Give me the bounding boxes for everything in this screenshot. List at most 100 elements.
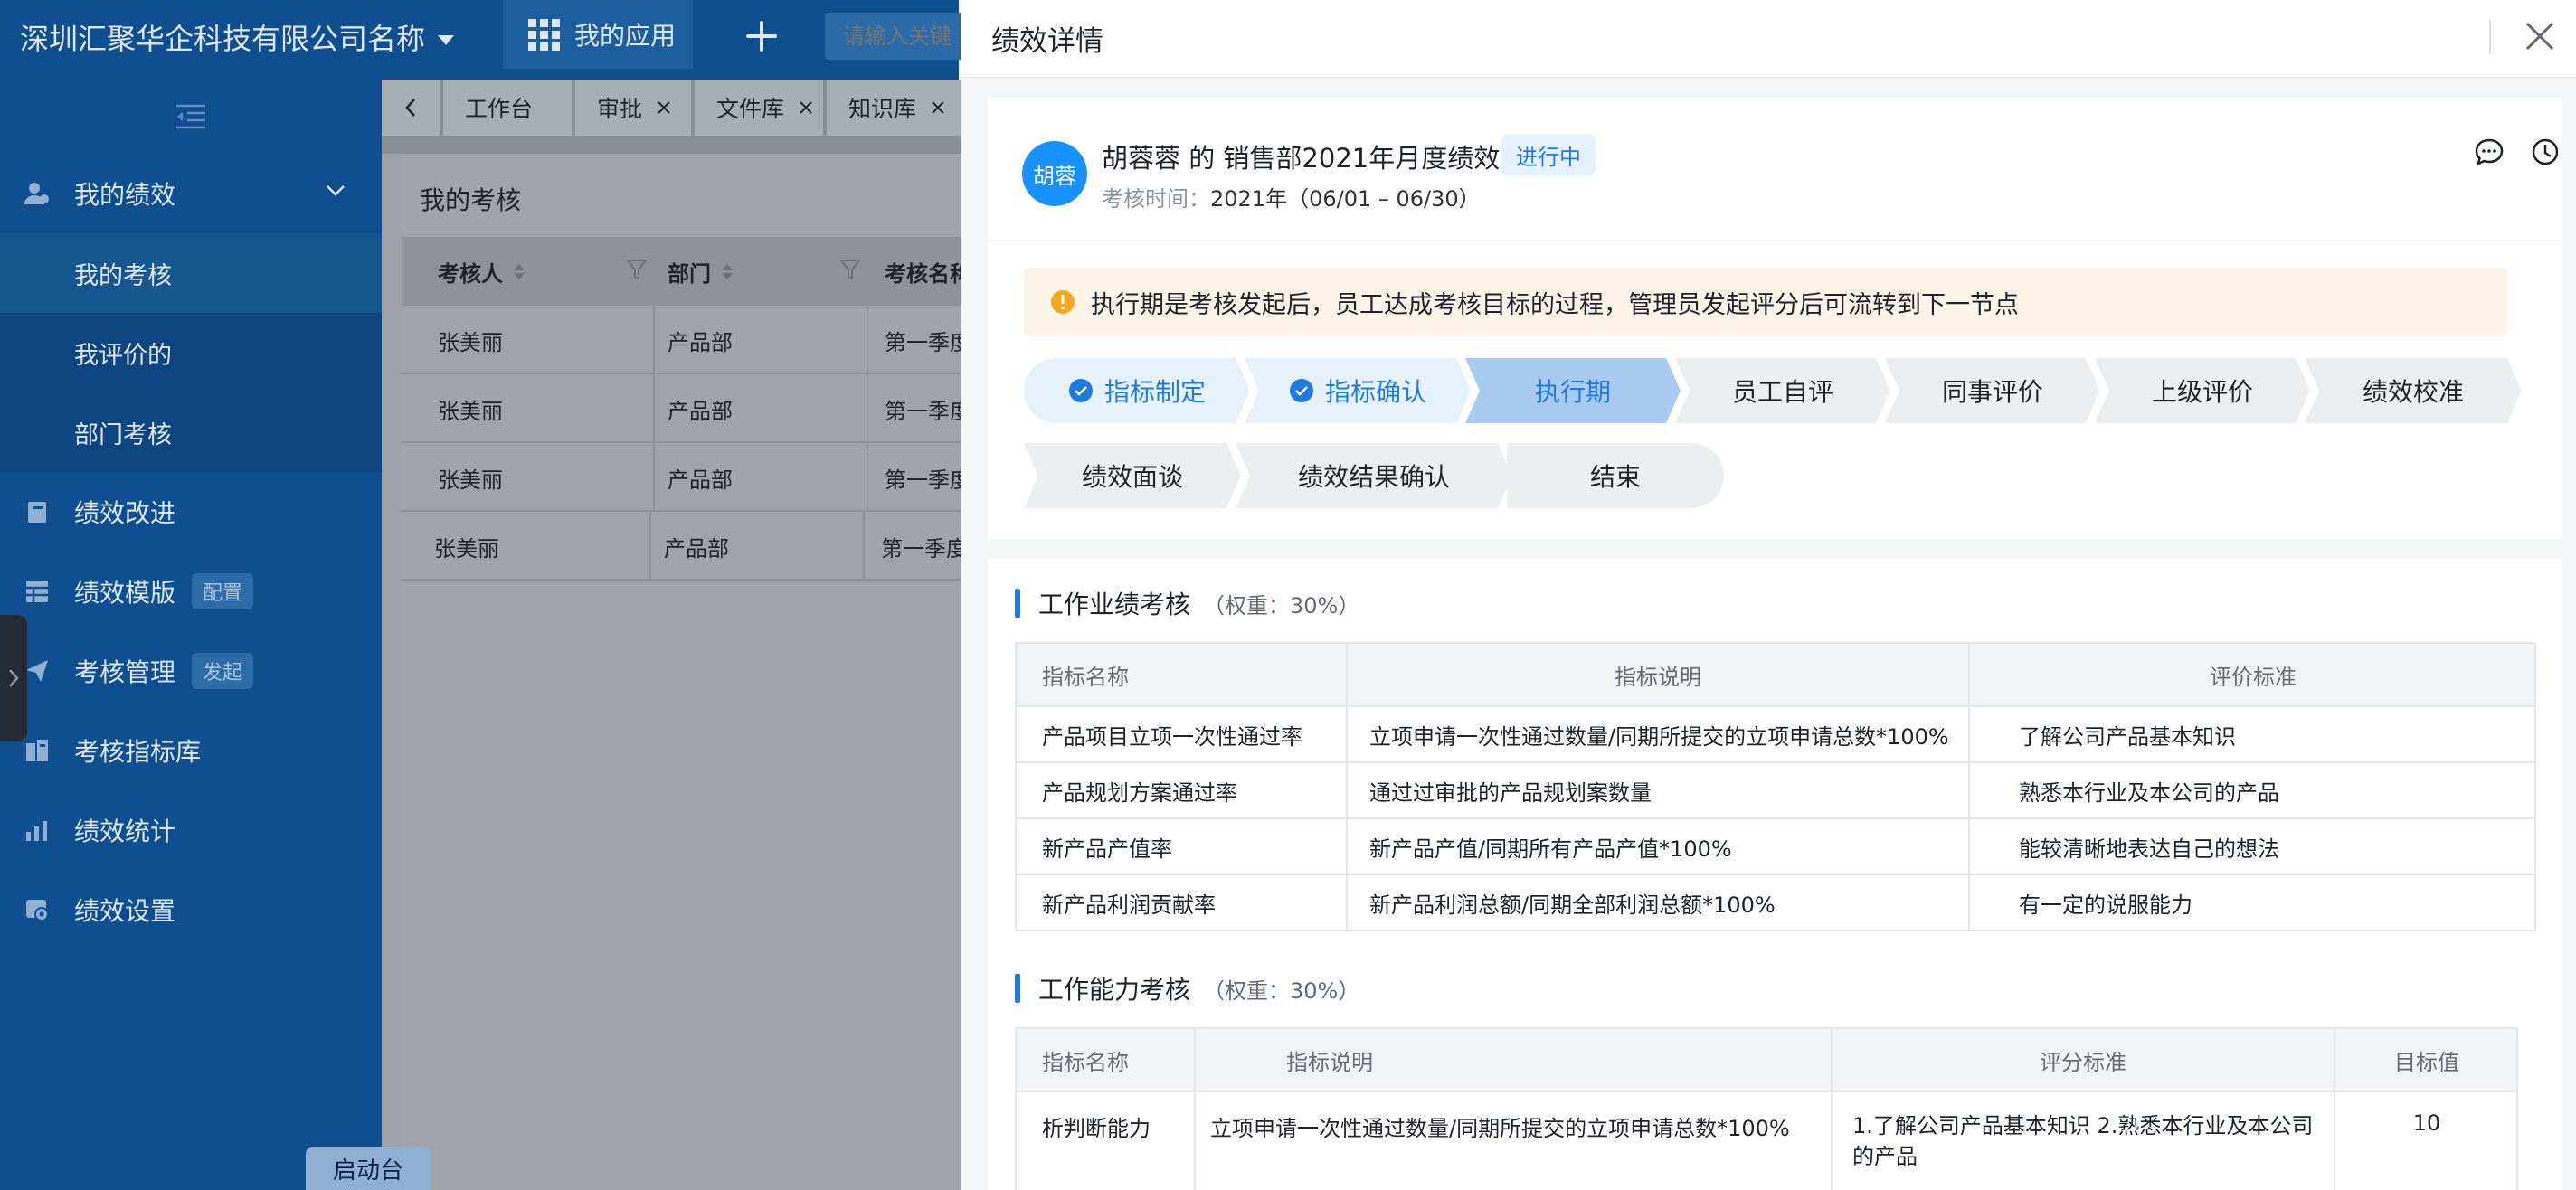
history-button[interactable] — [2529, 136, 2562, 168]
tab-label: 审批 — [597, 96, 643, 122]
sidebar-subitem-department-review[interactable]: 部门考核 — [0, 392, 382, 472]
table-row: 产品项目立项一次性通过率 立项申请一次性通过数量/同期所提交的立项申请总数*10… — [1017, 705, 2534, 761]
cell-reviewer: 张美丽 — [438, 467, 503, 493]
ability-indicator-table: 指标名称 指标说明 评分标准 目标值 析判断能力 立项申请一次性通过数量/同期所… — [1015, 1027, 2518, 1190]
step-label: 结束 — [1589, 462, 1641, 492]
tab-scroll-left-button[interactable] — [382, 80, 440, 136]
avatar: 胡蓉 — [1022, 141, 1087, 206]
my-apps-button[interactable]: 我的应用 — [503, 0, 693, 69]
table-row[interactable]: 张美丽 产品部 第一季度 — [402, 374, 980, 443]
search-input[interactable] — [825, 13, 970, 60]
tab-approval[interactable]: 审批 — [575, 80, 691, 136]
sidebar-expand-handle[interactable] — [0, 615, 27, 741]
table-header: 指标名称 指标说明 评价标准 — [1017, 644, 2534, 705]
step-end[interactable]: 结束 — [1507, 443, 1724, 508]
column-header: 指标名称 — [1042, 664, 1129, 690]
sidebar-item-review-management[interactable]: 考核管理 发起 — [0, 631, 382, 711]
cell-indicator-name: 析判断能力 — [1042, 1116, 1151, 1141]
filter-icon[interactable] — [626, 259, 648, 282]
step-indicator-setting[interactable]: 指标制定 — [1024, 358, 1250, 423]
table-header: 考核人 部门 考核名称 — [402, 237, 980, 306]
sidebar-item-statistics[interactable]: 绩效统计 — [0, 790, 382, 870]
sidebar-item-indicator-library[interactable]: 考核指标库 — [0, 711, 382, 790]
column-header: 指标说明 — [1615, 664, 1701, 690]
cell-reviewer: 张美丽 — [438, 329, 503, 355]
section-title: 工作业绩考核 — [1038, 590, 1191, 619]
apps-grid-icon — [528, 18, 560, 51]
chevron-left-icon — [405, 99, 415, 117]
column-header: 评分标准 — [2040, 1049, 2126, 1075]
sidebar-item-improvement[interactable]: 绩效改进 — [0, 472, 382, 552]
step-self-review[interactable]: 员工自评 — [1675, 358, 1890, 423]
cell-criteria: 了解公司产品基本知识 — [2019, 723, 2236, 750]
sidebar-subitem-label: 部门考核 — [74, 420, 172, 449]
sidebar-item-template[interactable]: 绩效模版 配置 — [0, 552, 382, 631]
check-circle-icon — [1068, 378, 1094, 403]
step-manager-review[interactable]: 上级评价 — [2095, 358, 2310, 423]
add-button[interactable] — [734, 11, 789, 61]
tab-file-library[interactable]: 文件库 — [695, 80, 823, 136]
column-header-department[interactable]: 部门 — [668, 237, 733, 306]
review-time-label: 考核时间： — [1102, 186, 1210, 212]
table-row[interactable]: 张美丽 产品部 第一季度 — [402, 512, 980, 581]
company-switcher[interactable]: 深圳汇聚华企科技有限公司名称 — [20, 16, 455, 58]
assessment-sections: 工作业绩考核 （权重：30%） 指标名称 指标说明 评价标准 产品项目立项一次性… — [988, 559, 2562, 1190]
sidebar-item-settings[interactable]: 绩效设置 — [0, 870, 382, 949]
close-icon[interactable] — [931, 100, 945, 115]
step-calibration[interactable]: 绩效校准 — [2305, 358, 2522, 423]
step-interview[interactable]: 绩效面谈 — [1024, 443, 1241, 508]
close-icon[interactable] — [799, 100, 813, 115]
cell-indicator-name: 新产品利润贡献率 — [1042, 892, 1216, 918]
drawer-close-button[interactable] — [2522, 18, 2558, 54]
plus-icon — [746, 21, 777, 52]
column-header-reviewer[interactable]: 考核人 — [438, 237, 525, 306]
cell-indicator-desc: 立项申请一次性通过数量/同期所提交的立项申请总数*100% — [1210, 1116, 1790, 1141]
comment-button[interactable] — [2473, 136, 2505, 168]
chevron-right-icon — [9, 669, 19, 687]
company-name: 深圳汇聚华企科技有限公司名称 — [20, 22, 426, 56]
close-icon[interactable] — [657, 100, 671, 115]
sort-icon — [722, 263, 733, 279]
step-result-confirm[interactable]: 绩效结果确认 — [1236, 443, 1512, 508]
cell-department: 产品部 — [664, 535, 729, 562]
sidebar-subitem-my-review[interactable]: 我的考核 — [0, 233, 382, 313]
step-execution[interactable]: 执行期 — [1465, 358, 1681, 423]
section-weight: （权重：30%） — [1203, 978, 1360, 1004]
filter-icon[interactable] — [839, 259, 861, 282]
step-label: 绩效面谈 — [1081, 462, 1183, 492]
sidebar-item-my-performance[interactable]: 我的绩效 — [0, 154, 382, 233]
notice-text: 执行期是考核发起后，员工达成考核目标的过程，管理员发起评分后可流转到下一节点 — [1091, 290, 2019, 319]
cell-department: 产品部 — [668, 467, 733, 493]
launchpad-button[interactable]: 启动台 — [306, 1147, 431, 1190]
review-time-value: 2021年（06/01 – 06/30） — [1210, 186, 1481, 212]
close-icon — [2525, 22, 2554, 51]
table-row[interactable]: 张美丽 产品部 第一季度 — [402, 306, 980, 374]
clock-icon — [2532, 138, 2559, 165]
column-header: 目标值 — [2394, 1049, 2459, 1075]
top-bar: 深圳汇聚华企科技有限公司名称 我的应用 — [0, 0, 970, 80]
table-row: 产品规划方案通过率 通过过审批的产品规划案数量 熟悉本行业及本公司的产品 — [1017, 761, 2534, 817]
column-header-review-name[interactable]: 考核名称 — [885, 237, 971, 306]
step-peer-review[interactable]: 同事评价 — [1885, 358, 2100, 423]
chevron-down-icon — [326, 184, 346, 197]
section-accent-bar — [1015, 974, 1020, 1003]
cell-indicator-name: 产品项目立项一次性通过率 — [1042, 723, 1302, 750]
section-accent-bar — [1015, 589, 1020, 618]
sidebar-subitem-reviewed-by-me[interactable]: 我评价的 — [0, 313, 382, 392]
tab-knowledge-base[interactable]: 知识库 — [827, 80, 961, 136]
cell-target-value: 10 — [2412, 1110, 2441, 1136]
tab-workbench[interactable]: 工作台 — [443, 80, 572, 136]
table-row[interactable]: 张美丽 产品部 第一季度 — [402, 443, 980, 512]
sidebar-item-label: 考核管理 — [74, 657, 176, 687]
review-list-card: 我的考核 考核人 部门 考核名称 张美丽 产品部 第一季度 张美丽 产品部 第一… — [402, 154, 980, 1190]
step-label: 指标制定 — [1103, 377, 1206, 407]
sidebar-collapse-button[interactable] — [0, 80, 382, 154]
cell-criteria: 能较清晰地表达自己的想法 — [2019, 836, 2279, 862]
plan-info-card: 胡蓉 胡蓉蓉 的 销售部2021年月度绩效 进行中 考核时间：2021年（06/… — [988, 98, 2562, 539]
step-indicator-confirm[interactable]: 指标确认 — [1245, 358, 1471, 423]
send-icon — [24, 657, 51, 685]
cell-criteria: 1.了解公司产品基本知识 2.熟悉本行业及本公司的产品 — [1852, 1113, 2314, 1169]
book-icon — [24, 498, 51, 525]
process-steps: 指标制定 指标确认 执行期 员工自评 同事评价 上级评价 绩效校准 绩效面谈 绩… — [1024, 358, 2562, 521]
step-label: 执行期 — [1534, 377, 1611, 407]
